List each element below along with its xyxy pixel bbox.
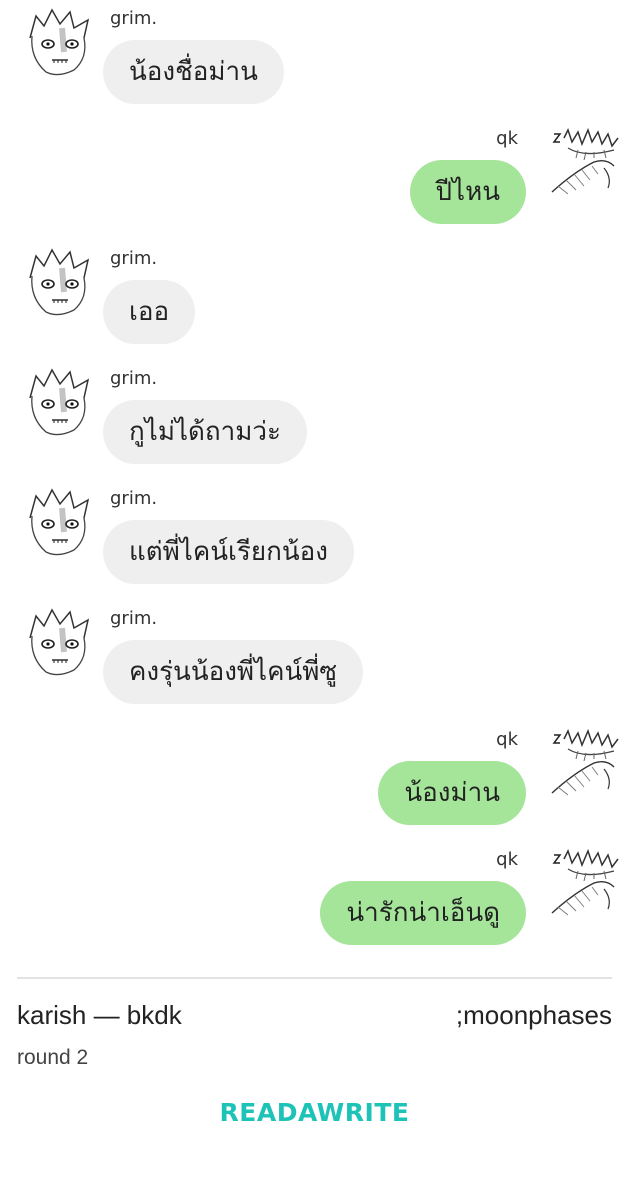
avatar-grim-icon xyxy=(29,248,90,316)
avatar-grim[interactable] xyxy=(22,248,94,320)
sender-name: grim. xyxy=(110,608,158,629)
avatar-qk-icon xyxy=(551,128,619,195)
avatar-grim-icon xyxy=(29,488,90,556)
message-bubble[interactable]: เออ xyxy=(103,280,196,344)
avatar-qk[interactable] xyxy=(548,849,620,921)
avatar-qk[interactable] xyxy=(548,729,620,801)
sender-name: grim. xyxy=(110,8,158,29)
avatar-grim-icon xyxy=(29,608,90,676)
message-bubble[interactable]: น้องม่าน xyxy=(378,761,526,825)
message-bubble[interactable]: น้องชื่อม่าน xyxy=(103,40,284,104)
avatar-grim[interactable] xyxy=(22,608,94,680)
message-bubble[interactable]: น่ารักน่าเอ็นดู xyxy=(320,881,526,945)
sender-name: qk xyxy=(496,729,518,750)
story-subtitle: round 2 xyxy=(17,1046,89,1069)
avatar-grim[interactable] xyxy=(22,368,94,440)
message-bubble[interactable]: ปีไหน xyxy=(409,160,526,224)
avatar-grim-icon xyxy=(29,368,90,436)
sender-name: qk xyxy=(496,849,518,870)
author-tag[interactable]: ;moonphases xyxy=(456,1000,612,1031)
message-bubble[interactable]: กูไม่ได้ถามว่ะ xyxy=(103,400,307,464)
story-title: karish — bkdk xyxy=(17,1000,182,1030)
avatar-grim-icon xyxy=(29,8,90,76)
message-bubble[interactable]: คงรุ่นน้องพี่ไคน์พี่ซู xyxy=(103,640,364,704)
avatar-grim[interactable] xyxy=(22,488,94,560)
avatar-qk-icon xyxy=(551,849,619,916)
sender-name: qk xyxy=(496,128,518,149)
footer-divider xyxy=(17,977,612,979)
sender-name: grim. xyxy=(110,488,158,509)
sender-name: grim. xyxy=(110,248,158,269)
sender-name: grim. xyxy=(110,368,158,389)
avatar-qk[interactable] xyxy=(548,128,620,200)
avatar-grim[interactable] xyxy=(22,8,94,80)
avatar-qk-icon xyxy=(551,729,619,796)
message-bubble[interactable]: แต่พี่ไคน์เรียกน้อง xyxy=(103,520,354,584)
readawrite-logo[interactable]: READAWRITE xyxy=(0,1098,629,1127)
